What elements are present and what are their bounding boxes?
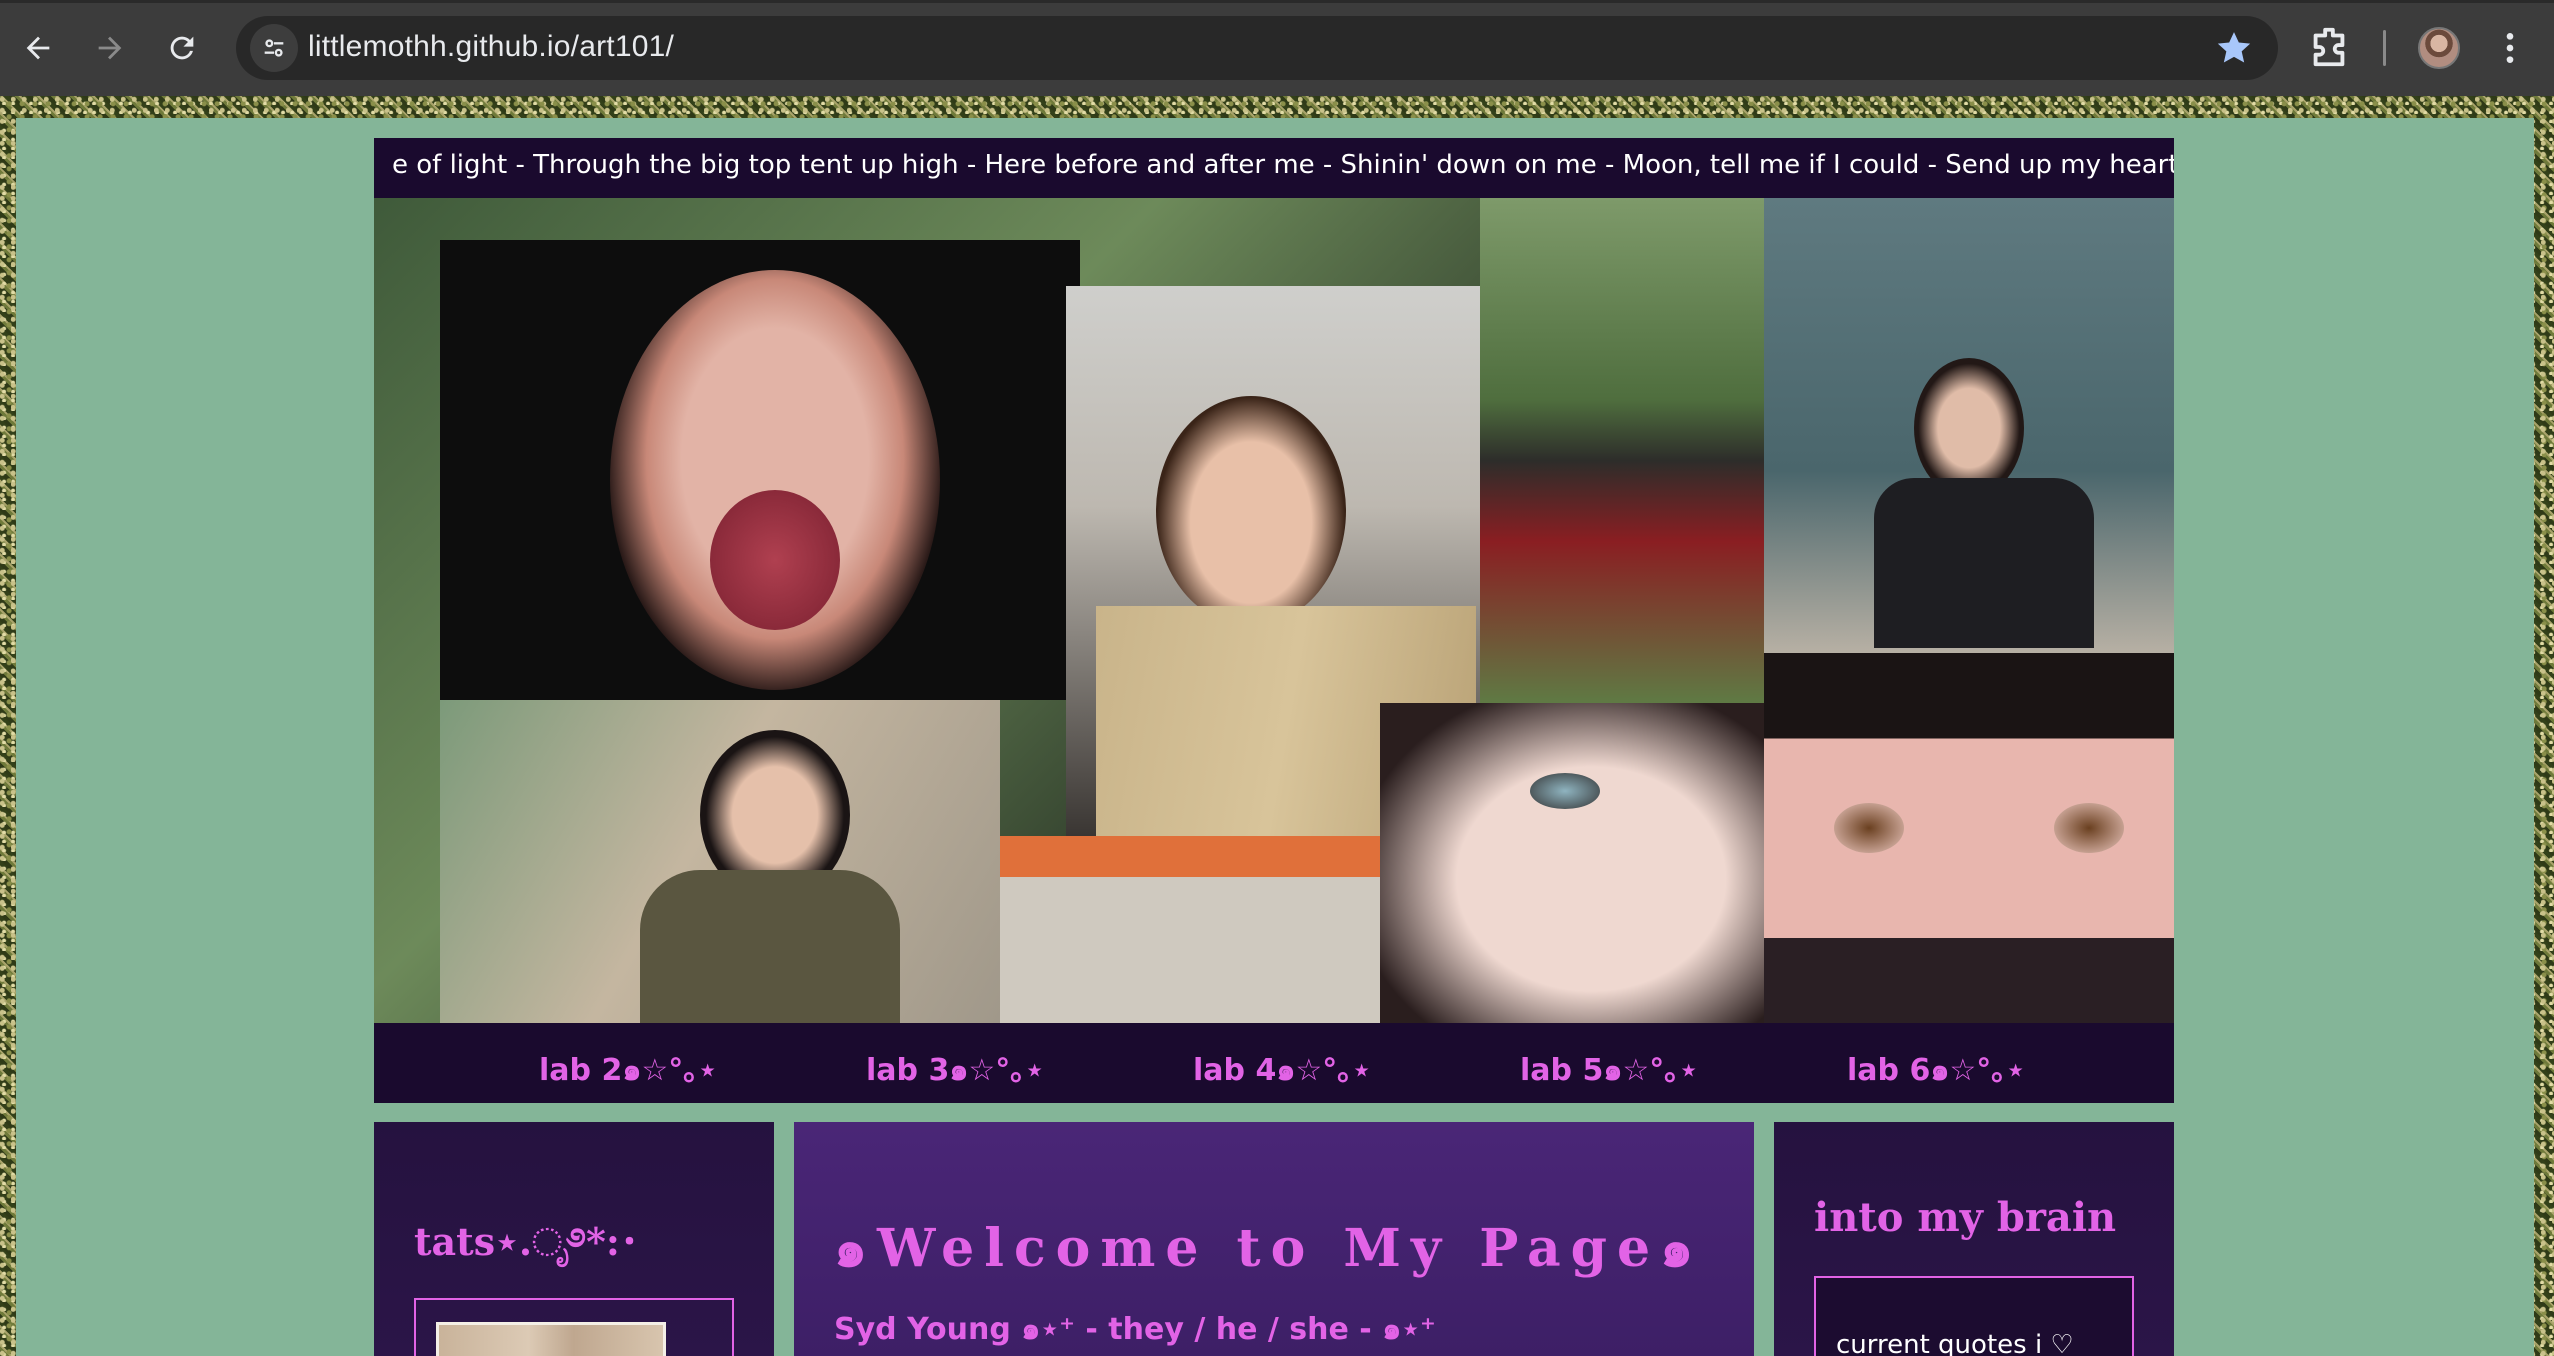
author-subtitle: Syd Young ๑⋆⁺ - they / he / she - ๑⋆⁺ [834, 1312, 1436, 1347]
address-bar[interactable]: littlemothh.github.io/art101/ [236, 16, 2278, 80]
collage-photo-6 [1000, 836, 1380, 1023]
collage-photo-9 [1764, 938, 2174, 1023]
tattoo-image [436, 1322, 666, 1356]
brain-heading: into my brain [1814, 1194, 2117, 1241]
collage-photo-4 [1764, 198, 2174, 653]
lab-3-link[interactable]: lab 3๑☆°｡⋆ [866, 1045, 1044, 1094]
url-text[interactable]: littlemothh.github.io/art101/ [308, 30, 674, 64]
tats-panel: tats⋆.ೃ࿔*:･ [374, 1122, 774, 1356]
quotes-label: current quotes i ♡ [1836, 1330, 2074, 1356]
marquee-text: e of light - Through the big top tent up… [392, 150, 2174, 180]
back-button[interactable] [12, 22, 64, 74]
lab-5-link[interactable]: lab 5๑☆°｡⋆ [1520, 1045, 1698, 1094]
welcome-panel: ๑Welcome to My Page๑ Syd Young ๑⋆⁺ - the… [794, 1122, 1754, 1356]
photo-collage [374, 198, 2174, 1023]
collage-photo-1 [440, 240, 1080, 700]
lyrics-marquee: e of light - Through the big top tent up… [374, 138, 2174, 198]
star-icon[interactable] [2214, 28, 2254, 68]
toolbar-divider [2383, 30, 2386, 66]
brain-panel: into my brain current quotes i ♡ [1774, 1122, 2174, 1356]
tats-heading: tats⋆.ೃ࿔*:･ [414, 1219, 639, 1264]
collage-photo-8 [1764, 653, 2174, 938]
page-title: ๑Welcome to My Page๑ [834, 1218, 1704, 1279]
puzzle-icon[interactable] [2306, 24, 2352, 70]
quotes-box: current quotes i ♡ [1814, 1276, 2134, 1356]
avatar[interactable] [2418, 27, 2460, 69]
kebab-menu-icon[interactable] [2490, 26, 2530, 70]
tab-strip-edge [0, 0, 2554, 3]
site-info-button[interactable] [250, 24, 298, 72]
tats-image-frame [414, 1298, 734, 1356]
forward-button[interactable] [84, 22, 136, 74]
lab-navigation: lab 2๑☆°｡⋆ lab 3๑☆°｡⋆ lab 4๑☆°｡⋆ lab 5๑☆… [374, 1023, 2174, 1103]
collage-photo-3 [1480, 198, 1764, 703]
reload-icon [170, 36, 194, 60]
lab-6-link[interactable]: lab 6๑☆°｡⋆ [1847, 1045, 2025, 1094]
lab-2-link[interactable]: lab 2๑☆°｡⋆ [539, 1045, 717, 1094]
lab-4-link[interactable]: lab 4๑☆°｡⋆ [1193, 1045, 1371, 1094]
forward-arrow-icon [98, 36, 122, 60]
collage-photo-5 [440, 700, 1000, 1023]
tune-icon [264, 39, 284, 57]
collage-photo-7 [1380, 703, 1764, 1023]
browser-toolbar: littlemothh.github.io/art101/ [0, 0, 2554, 96]
back-arrow-icon [26, 36, 50, 60]
reload-button[interactable] [156, 22, 208, 74]
